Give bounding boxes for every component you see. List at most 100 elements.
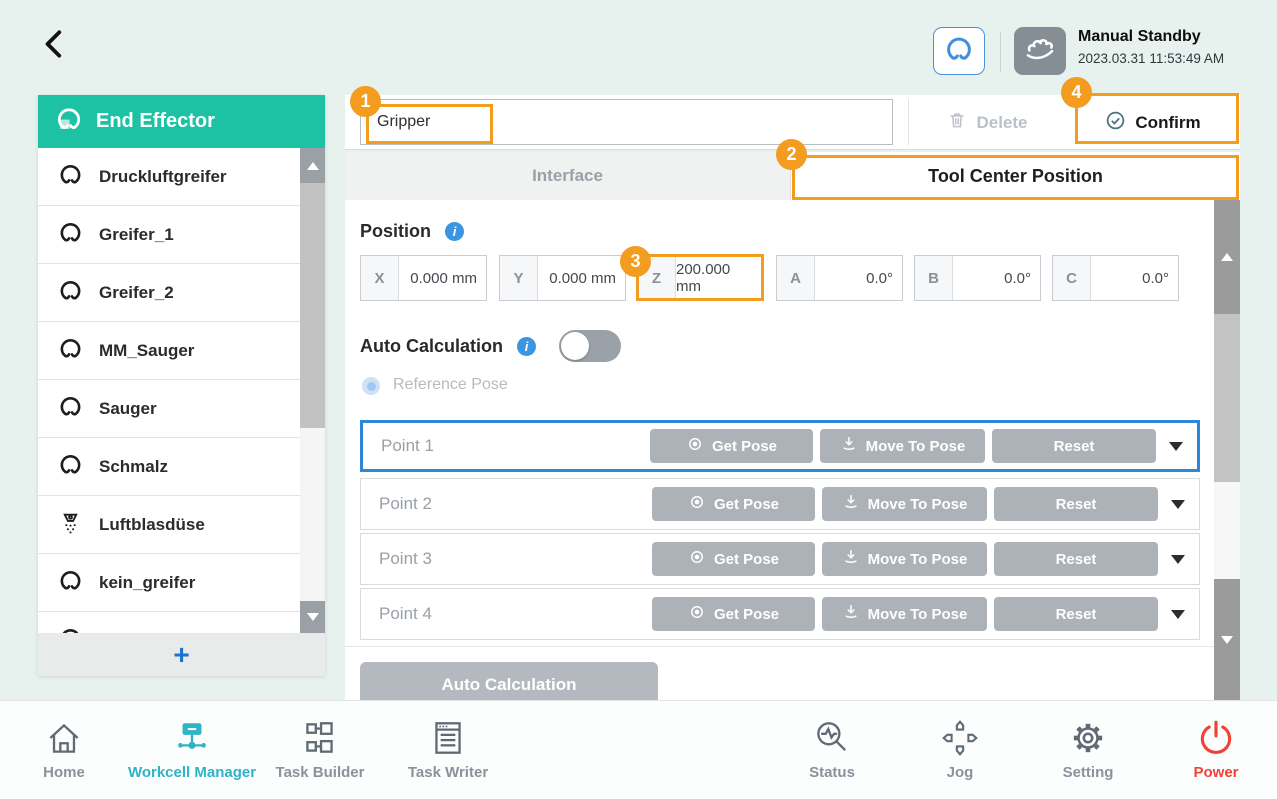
- scroll-thumb[interactable]: [300, 183, 325, 428]
- list-item-mm-sauger[interactable]: MM_Sauger: [38, 322, 325, 380]
- move-to-pose-button[interactable]: Move To Pose: [822, 542, 987, 576]
- field-value[interactable]: 0.0°: [1091, 256, 1178, 300]
- list-item-greifer-2[interactable]: Greifer_2: [38, 264, 325, 322]
- list-item-greifer-1[interactable]: Greifer_1: [38, 206, 325, 264]
- list-item-label: Sauger: [99, 398, 157, 418]
- status-title: Manual Standby: [1078, 28, 1201, 45]
- reset-button[interactable]: Reset: [994, 597, 1158, 631]
- reset-label: Reset: [1055, 605, 1097, 623]
- end-effector-icon: [55, 105, 83, 138]
- scroll-up-icon: [306, 161, 319, 170]
- robot-mode-button[interactable]: [1014, 27, 1066, 75]
- position-field-x: X 0.000 mm: [360, 255, 487, 301]
- get-pose-label: Get Pose: [713, 495, 780, 513]
- field-value[interactable]: 0.000 mm: [399, 256, 486, 300]
- get-pose-button[interactable]: Get Pose: [652, 597, 815, 631]
- move-to-pose-icon: [840, 435, 858, 457]
- scroll-up-button[interactable]: [300, 148, 325, 183]
- point-row-1[interactable]: Point 1 Get Pose Move To Pose Reset: [360, 420, 1200, 472]
- scroll-down-button[interactable]: [1214, 579, 1240, 700]
- list-item-kein-greifer[interactable]: kein_greifer: [38, 554, 325, 612]
- gripper-icon: [944, 34, 974, 69]
- confirm-button[interactable]: Confirm: [1066, 95, 1240, 150]
- effector-name-input[interactable]: [360, 99, 893, 145]
- point-label: Point 1: [381, 436, 434, 455]
- reset-label: Reset: [1053, 437, 1095, 455]
- active-tool-indicator[interactable]: [933, 27, 985, 75]
- jog-icon: [939, 717, 981, 762]
- list-item-label: Greifer_1: [99, 224, 174, 244]
- get-pose-icon: [688, 493, 706, 515]
- position-info-icon[interactable]: i: [445, 222, 464, 241]
- field-value[interactable]: 0.000 mm: [538, 256, 625, 300]
- end-effector-sidebar: End Effector Druckluftgreifer Greifer_1 …: [38, 95, 325, 676]
- tab-interface[interactable]: Interface: [345, 152, 791, 200]
- end-effector-list: Druckluftgreifer Greifer_1 Greifer_2 MM_…: [38, 148, 325, 633]
- position-field-b: B 0.0°: [914, 255, 1041, 301]
- get-pose-button[interactable]: Get Pose: [652, 542, 815, 576]
- field-value[interactable]: 0.0°: [815, 256, 902, 300]
- move-to-pose-button[interactable]: Move To Pose: [822, 487, 987, 521]
- auto-calculation-toggle[interactable]: [559, 330, 621, 362]
- point-row-3[interactable]: Point 3 Get Pose Move To Pose Reset: [360, 533, 1200, 585]
- delete-button[interactable]: Delete: [909, 95, 1066, 150]
- list-item-label: Schmalz: [99, 456, 168, 476]
- detail-toolbar: Delete Confirm: [345, 95, 1240, 150]
- point-label: Point 3: [379, 549, 432, 568]
- home-icon: [43, 717, 85, 762]
- nav-label: Task Builder: [275, 764, 365, 781]
- auto-calculation-button[interactable]: Auto Calculation: [360, 662, 658, 700]
- nav-power[interactable]: Power: [1141, 717, 1277, 781]
- field-value[interactable]: 0.0°: [953, 256, 1040, 300]
- nav-task-writer[interactable]: Task Writer: [373, 717, 523, 781]
- back-button[interactable]: [36, 26, 74, 64]
- point-row-4[interactable]: Point 4 Get Pose Move To Pose Reset: [360, 588, 1200, 640]
- nav-label: Home: [43, 764, 85, 781]
- position-field-y: Y 0.000 mm: [499, 255, 626, 301]
- scroll-thumb[interactable]: [1214, 314, 1240, 482]
- check-circle-icon: [1105, 110, 1126, 136]
- position-field-a: A 0.0°: [776, 255, 903, 301]
- auto-calculation-title: Auto Calculation: [360, 336, 503, 356]
- list-item-sauger[interactable]: Sauger: [38, 380, 325, 438]
- reset-button[interactable]: Reset: [994, 542, 1158, 576]
- task-writer-icon: [427, 717, 469, 762]
- list-item-partial[interactable]: [38, 612, 325, 633]
- gripper-icon: [58, 568, 83, 598]
- field-label: A: [777, 256, 815, 300]
- gripper-icon: [58, 336, 83, 366]
- toggle-knob: [561, 332, 589, 360]
- move-to-pose-button[interactable]: Move To Pose: [822, 597, 987, 631]
- list-item-luftblasduese[interactable]: Luftblasdüse: [38, 496, 325, 554]
- auto-calculation-info-icon[interactable]: i: [517, 337, 536, 356]
- sidebar-scrollbar[interactable]: [300, 148, 325, 633]
- scroll-down-button[interactable]: [300, 601, 325, 633]
- field-label: X: [361, 256, 399, 300]
- reset-label: Reset: [1055, 495, 1097, 513]
- expand-caret-icon[interactable]: [1171, 609, 1185, 619]
- scroll-up-button[interactable]: [1214, 200, 1240, 314]
- reset-button[interactable]: Reset: [992, 429, 1156, 463]
- expand-caret-icon[interactable]: [1171, 499, 1185, 509]
- move-to-pose-button[interactable]: Move To Pose: [820, 429, 985, 463]
- expand-caret-icon[interactable]: [1169, 441, 1183, 451]
- tab-interface-label: Interface: [532, 166, 603, 185]
- add-end-effector-button[interactable]: +: [38, 633, 325, 676]
- gripper-icon: [58, 394, 83, 424]
- reset-button[interactable]: Reset: [994, 487, 1158, 521]
- radio-dot: [366, 381, 376, 391]
- tab-tool-center-position[interactable]: Tool Center Position: [791, 152, 1240, 200]
- back-icon: [38, 29, 72, 64]
- get-pose-button[interactable]: Get Pose: [650, 429, 813, 463]
- get-pose-button[interactable]: Get Pose: [652, 487, 815, 521]
- list-item-druckluftgreifer[interactable]: Druckluftgreifer: [38, 148, 325, 206]
- position-field-z: Z 200.000 mm: [637, 255, 764, 301]
- confirm-label: Confirm: [1135, 112, 1201, 132]
- field-value[interactable]: 200.000 mm: [676, 256, 763, 300]
- gripper-icon: [58, 452, 83, 482]
- expand-caret-icon[interactable]: [1171, 554, 1185, 564]
- content-scrollbar[interactable]: [1214, 200, 1240, 700]
- point-row-2[interactable]: Point 2 Get Pose Move To Pose Reset: [360, 478, 1200, 530]
- list-item-schmalz[interactable]: Schmalz: [38, 438, 325, 496]
- reference-pose-radio[interactable]: [362, 377, 380, 395]
